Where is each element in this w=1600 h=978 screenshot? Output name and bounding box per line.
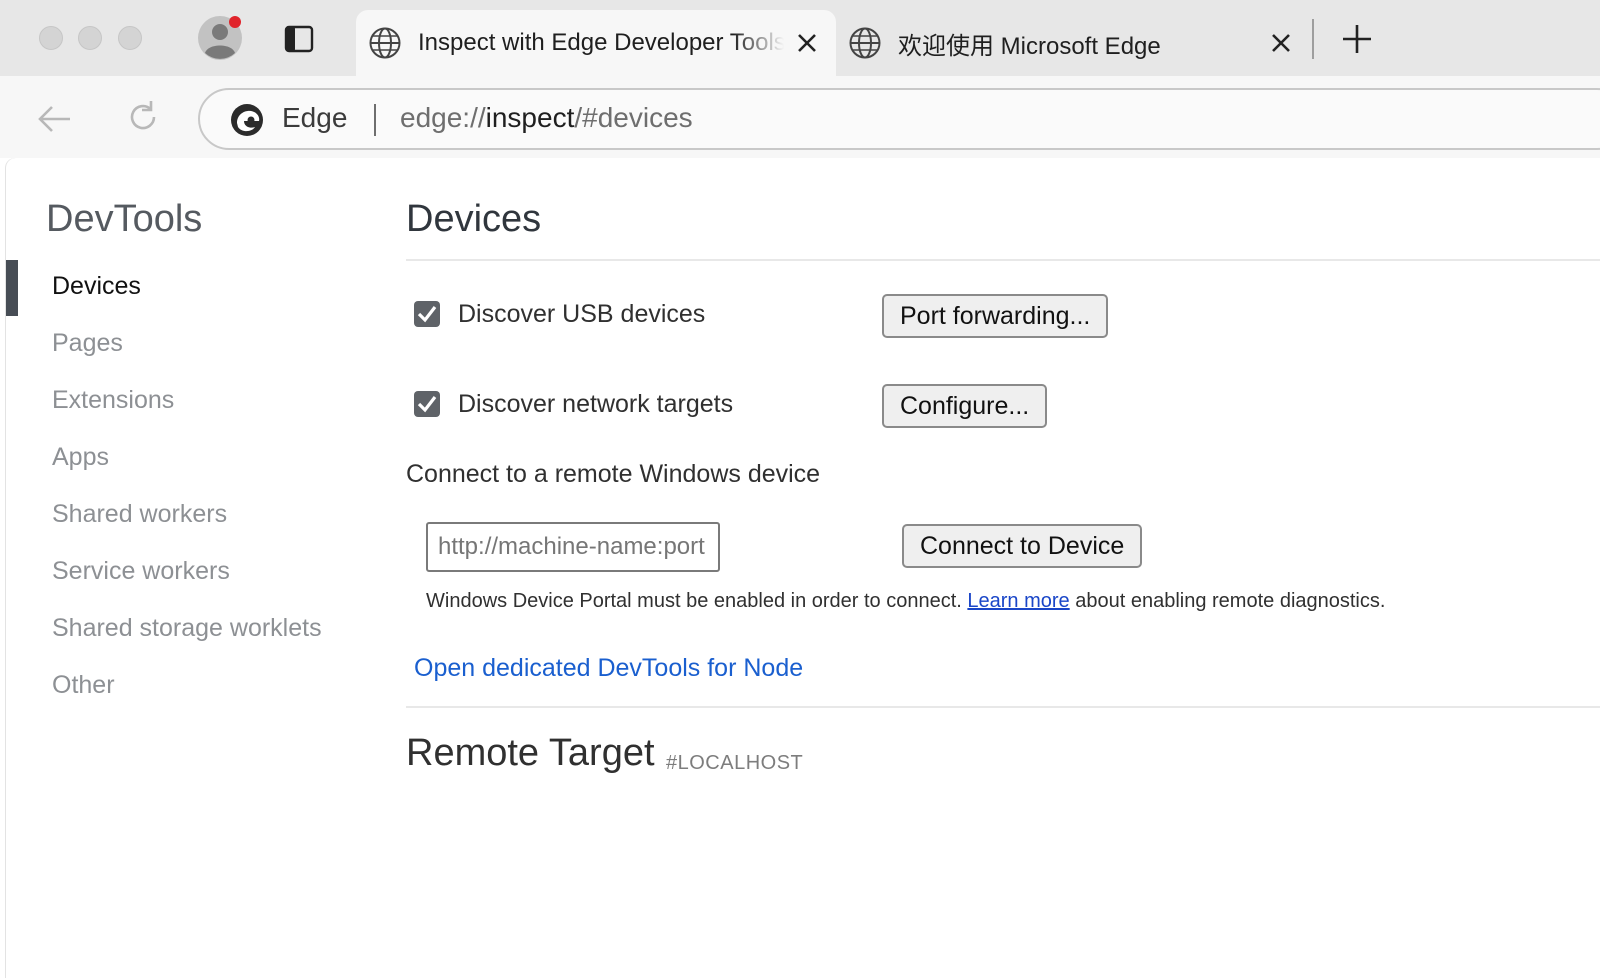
refresh-icon[interactable] bbox=[124, 98, 162, 136]
sidebar-item-apps[interactable]: Apps bbox=[52, 443, 109, 472]
url-text[interactable]: edge://inspect/#devices bbox=[400, 102, 693, 134]
sidebar-item-devices[interactable]: Devices bbox=[52, 272, 141, 301]
section-divider bbox=[406, 706, 1600, 708]
close-tab-icon[interactable] bbox=[1268, 30, 1294, 56]
title-divider bbox=[406, 259, 1600, 261]
learn-more-link[interactable]: Learn more bbox=[967, 590, 1069, 612]
url-path: /#devices bbox=[574, 102, 693, 133]
configure-button[interactable]: Configure... bbox=[882, 384, 1048, 428]
tab-separator bbox=[1312, 19, 1314, 59]
sidebar-item-extensions[interactable]: Extensions bbox=[52, 386, 174, 415]
tab-title: 欢迎使用 Microsoft Edge bbox=[898, 32, 1161, 60]
minimize-window-button[interactable] bbox=[78, 26, 102, 50]
back-arrow-icon[interactable] bbox=[36, 100, 74, 138]
open-node-devtools-link[interactable]: Open dedicated DevTools for Node bbox=[414, 654, 803, 683]
remote-target-tag: #LOCALHOST bbox=[666, 752, 804, 774]
sidebar-item-other[interactable]: Other bbox=[52, 671, 115, 700]
new-tab-icon[interactable] bbox=[1340, 22, 1374, 56]
tab-welcome[interactable]: 欢迎使用 Microsoft Edge bbox=[836, 10, 1310, 76]
url-host: inspect bbox=[485, 102, 575, 133]
note-text: about enabling remote diagnostics. bbox=[1069, 590, 1386, 612]
close-window-button[interactable] bbox=[39, 26, 63, 50]
sidebar-title: DevTools bbox=[46, 198, 203, 240]
profile-avatar-button[interactable] bbox=[197, 15, 243, 61]
close-tab-icon[interactable] bbox=[794, 30, 820, 56]
connect-to-device-button[interactable]: Connect to Device bbox=[902, 524, 1143, 568]
tab-strip: Inspect with Edge Developer Tools 欢迎使用 M… bbox=[0, 0, 1600, 76]
discover-usb-checkbox[interactable] bbox=[414, 301, 440, 327]
address-bar[interactable]: Edge edge://inspect/#devices bbox=[198, 88, 1600, 150]
toolbar: Edge edge://inspect/#devices bbox=[0, 76, 1600, 158]
checkmark-icon bbox=[417, 396, 437, 413]
globe-icon bbox=[849, 27, 881, 59]
vertical-tabs-icon bbox=[284, 25, 314, 53]
globe-icon bbox=[369, 27, 401, 59]
note-text: Windows Device Portal must be enabled in… bbox=[426, 590, 968, 612]
sidebar-item-shared-workers[interactable]: Shared workers bbox=[52, 500, 227, 529]
remote-target-title: Remote Target bbox=[406, 732, 655, 774]
discover-network-label: Discover network targets bbox=[458, 390, 734, 418]
sidebar-item-shared-storage-worklets[interactable]: Shared storage worklets bbox=[52, 614, 322, 643]
sidebar-selected-indicator bbox=[6, 260, 18, 316]
remote-windows-heading: Connect to a remote Windows device bbox=[406, 460, 821, 488]
omnibox-divider bbox=[374, 104, 376, 136]
tab-inspect[interactable]: Inspect with Edge Developer Tools bbox=[356, 10, 836, 76]
discover-usb-label: Discover USB devices bbox=[458, 300, 706, 328]
port-forwarding-button[interactable]: Port forwarding... bbox=[882, 294, 1109, 338]
zoom-window-button[interactable] bbox=[118, 26, 142, 50]
edge-logo-icon bbox=[231, 104, 263, 136]
notification-dot bbox=[229, 16, 241, 28]
remote-device-url-input[interactable] bbox=[426, 522, 720, 572]
vertical-tabs-button[interactable] bbox=[284, 24, 314, 54]
discover-network-checkbox[interactable] bbox=[414, 391, 440, 417]
checkmark-icon bbox=[417, 306, 437, 323]
sidebar-item-service-workers[interactable]: Service workers bbox=[52, 557, 230, 586]
page-title: Devices bbox=[406, 198, 542, 240]
page-content: DevTools Devices Pages Extensions Apps S… bbox=[6, 158, 1600, 978]
edge-site-chip[interactable]: Edge bbox=[282, 102, 347, 134]
remote-diagnostics-note: Windows Device Portal must be enabled in… bbox=[426, 590, 1385, 613]
tab-title: Inspect with Edge Developer Tools bbox=[418, 29, 784, 56]
url-scheme: edge:// bbox=[400, 102, 486, 133]
sidebar-item-pages[interactable]: Pages bbox=[52, 329, 123, 358]
